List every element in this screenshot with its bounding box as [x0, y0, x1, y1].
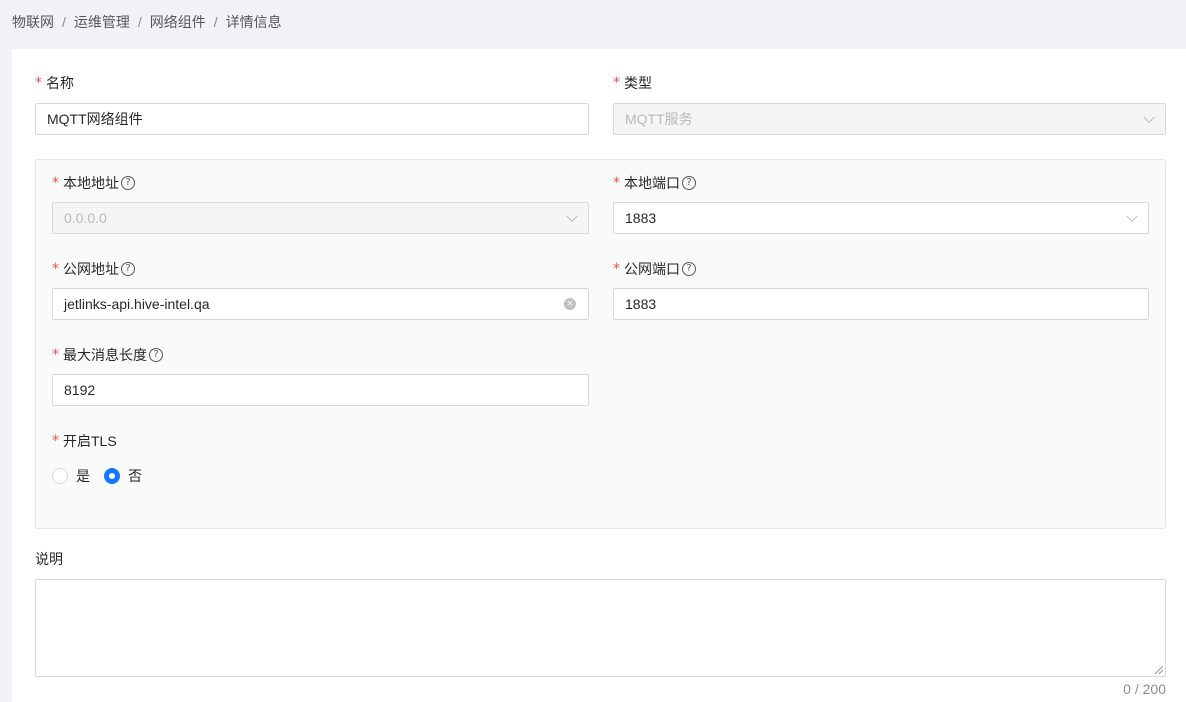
public-port-value: 1883	[625, 296, 657, 312]
question-circle-icon[interactable]: ?	[149, 348, 163, 362]
local-port-label: * 本地端口 ?	[613, 172, 696, 194]
tls-label-text: 开启TLS	[63, 433, 117, 449]
form-card: * 名称 MQTT网络组件 * 类型 MQTT服务 * 本地地址 ? 0.0.0…	[12, 49, 1186, 702]
radio-checked-icon[interactable]	[104, 468, 120, 484]
breadcrumb-separator: /	[137, 14, 142, 30]
breadcrumb-item-iot[interactable]: 物联网	[12, 12, 54, 32]
breadcrumb: 物联网 / 运维管理 / 网络组件 / 详情信息	[12, 12, 282, 32]
public-address-label: * 公网地址 ?	[52, 258, 135, 280]
name-label-text: 名称	[46, 75, 74, 91]
local-address-label: * 本地地址 ?	[52, 172, 135, 194]
public-address-label-text: 公网地址	[63, 261, 119, 277]
required-mark: *	[35, 75, 42, 91]
breadcrumb-separator: /	[213, 14, 218, 30]
local-port-value: 1883	[625, 210, 657, 226]
required-mark: *	[52, 175, 59, 191]
local-address-label-text: 本地地址	[63, 175, 119, 191]
breadcrumb-item-ops[interactable]: 运维管理	[74, 12, 130, 32]
type-label: * 类型	[613, 72, 652, 94]
tls-radio-group: 是 否	[52, 465, 156, 487]
network-config-panel: * 本地地址 ? 0.0.0.0 * 本地端口 ? 1883 * 公网地址 ? …	[35, 159, 1166, 529]
tls-label: * 开启TLS	[52, 430, 117, 452]
question-circle-icon[interactable]: ?	[121, 262, 135, 276]
description-label: 说明	[35, 548, 63, 570]
name-input-value: MQTT网络组件	[47, 111, 143, 127]
required-mark: *	[52, 261, 59, 277]
chevron-down-icon	[1143, 111, 1155, 124]
required-mark: *	[613, 175, 620, 191]
close-circle-icon[interactable]: ×	[564, 298, 576, 310]
tls-radio-no-label: 否	[128, 468, 142, 484]
local-port-label-text: 本地端口	[624, 175, 680, 191]
tls-radio-yes[interactable]: 是	[52, 466, 90, 486]
type-select: MQTT服务	[613, 103, 1166, 135]
type-label-text: 类型	[624, 75, 652, 91]
local-address-value: 0.0.0.0	[64, 210, 107, 226]
public-address-value: jetlinks-api.hive-intel.qa	[64, 296, 210, 312]
required-mark: *	[52, 433, 59, 449]
tls-radio-no[interactable]: 否	[104, 466, 142, 486]
max-message-length-label-text: 最大消息长度	[63, 347, 147, 363]
description-textarea[interactable]	[35, 579, 1166, 677]
public-port-input[interactable]: 1883	[613, 288, 1149, 320]
public-address-input[interactable]: jetlinks-api.hive-intel.qa ×	[52, 288, 589, 320]
local-port-select[interactable]: 1883	[613, 202, 1149, 234]
required-mark: *	[613, 75, 620, 91]
required-mark: *	[613, 261, 620, 277]
name-label: * 名称	[35, 72, 74, 94]
breadcrumb-item-network-components[interactable]: 网络组件	[150, 12, 206, 32]
breadcrumb-separator: /	[62, 14, 66, 30]
max-message-length-value: 8192	[64, 382, 96, 398]
chevron-down-icon	[1126, 210, 1138, 223]
required-mark: *	[52, 347, 59, 363]
max-message-length-input[interactable]: 8192	[52, 374, 589, 406]
max-message-length-label: * 最大消息长度 ?	[52, 344, 163, 366]
public-port-label: * 公网端口 ?	[613, 258, 696, 280]
description-char-counter: 0 / 200	[1123, 681, 1166, 697]
name-input[interactable]: MQTT网络组件	[35, 103, 589, 135]
description-label-text: 说明	[35, 551, 63, 567]
breadcrumb-item-detail: 详情信息	[225, 14, 282, 30]
public-port-label-text: 公网端口	[624, 261, 680, 277]
question-circle-icon[interactable]: ?	[682, 176, 696, 190]
type-select-value: MQTT服务	[625, 111, 693, 127]
resize-handle-icon[interactable]	[1155, 666, 1163, 674]
local-address-select: 0.0.0.0	[52, 202, 589, 234]
chevron-down-icon	[566, 210, 578, 223]
question-circle-icon[interactable]: ?	[682, 262, 696, 276]
radio-circle-icon[interactable]	[52, 468, 68, 484]
tls-radio-yes-label: 是	[76, 468, 90, 484]
question-circle-icon[interactable]: ?	[121, 176, 135, 190]
